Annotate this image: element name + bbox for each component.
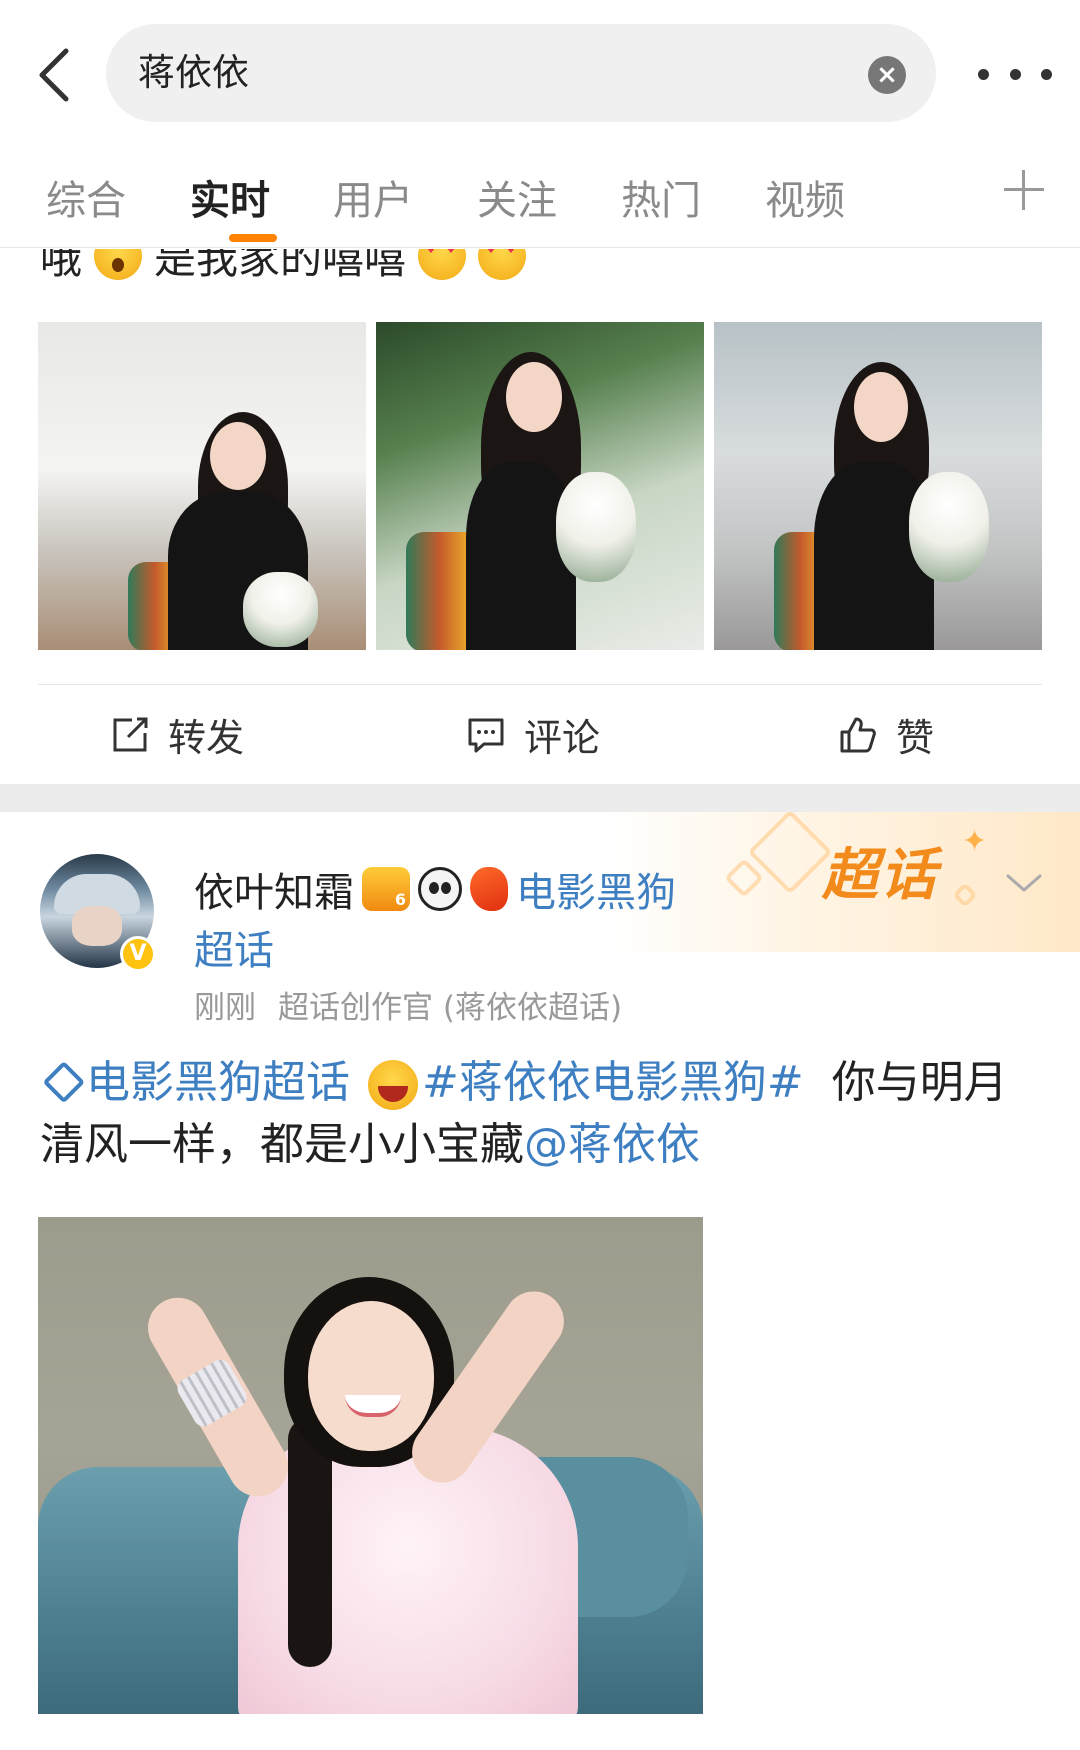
crown-badge-icon: [362, 867, 410, 911]
back-button[interactable]: [28, 40, 78, 110]
fish-badge-icon: [470, 867, 508, 911]
search-tabs: 综合 实时 用户 关注 热门 视频: [0, 148, 1080, 248]
active-tab-indicator: [229, 234, 277, 242]
post-photo[interactable]: [714, 322, 1042, 650]
post-text: 哦 是我家的嘻嘻: [40, 249, 527, 286]
photo-flowers: [243, 572, 318, 647]
like-label: 赞: [896, 716, 935, 760]
repost-icon: [113, 717, 148, 751]
back-arrow-icon: [39, 48, 69, 102]
post-source: 超话创作官 (蒋依依超话): [278, 990, 623, 1026]
comment-button[interactable]: 评论: [466, 685, 600, 784]
repost-button[interactable]: 转发: [110, 685, 244, 784]
super-topic-icon: [42, 1060, 86, 1104]
post-text: 电影黑狗超话 #蒋依依电影黑狗# 你与明月清风一样，都是小小宝藏@蒋依依: [40, 1052, 1040, 1176]
top-bar: 蒋依依 ×: [0, 0, 1080, 140]
comment-icon: [468, 718, 504, 752]
plus-icon[interactable]: [1004, 170, 1044, 210]
more-dot: [1041, 68, 1052, 80]
panda-badge-icon: [418, 867, 462, 911]
post-card: 哦 是我家的嘻嘻 ♥ ♥ ♥ ♥ 转发 评论 赞: [0, 249, 1080, 784]
laugh-emoji-icon: [368, 1060, 418, 1110]
post-photo[interactable]: [38, 1217, 703, 1714]
hashtag-link[interactable]: #蒋依依电影黑狗#: [422, 1057, 804, 1108]
post-photo[interactable]: [38, 322, 366, 650]
search-input[interactable]: 蒋依依: [138, 24, 249, 122]
heart-eyes-emoji-icon: [418, 249, 467, 280]
like-button[interactable]: 赞: [838, 685, 934, 784]
avatar-face: [72, 906, 122, 946]
post-meta: 刚刚 超话创作官 (蒋依依超话): [194, 982, 622, 1027]
search-box[interactable]: 蒋依依 ×: [106, 24, 936, 122]
super-topic-label: 超话: [822, 843, 938, 908]
author-name[interactable]: 依叶知霜: [194, 860, 354, 918]
heart-eyes-emoji-icon: [478, 249, 527, 280]
tab-hot[interactable]: 热门: [621, 168, 701, 226]
chevron-down-icon[interactable]: [1004, 868, 1044, 898]
repost-label: 转发: [168, 716, 245, 760]
verified-icon: V: [120, 936, 156, 972]
wow-emoji-icon: [94, 249, 143, 280]
post-text-start: 哦: [40, 249, 83, 283]
super-topic-link[interactable]: 电影黑狗超话: [86, 1057, 350, 1108]
post-text-rest: 是我家的嘻嘻: [154, 249, 407, 283]
post-card: ✦ 超话 V 依叶知霜 电影黑狗 超话 刚刚 超话创作官 (蒋依依超话) 电影黑…: [0, 812, 1080, 1750]
tab-video[interactable]: 视频: [765, 168, 845, 226]
photo-face: [506, 362, 562, 432]
photo-grid: [38, 322, 1042, 650]
feed-separator: [0, 784, 1080, 812]
post-time: 刚刚: [194, 990, 256, 1026]
more-icon[interactable]: [970, 50, 1060, 98]
more-dot: [978, 68, 989, 80]
photo-flowers: [909, 472, 989, 582]
photo-face: [210, 422, 266, 490]
mention-link[interactable]: @蒋依依: [524, 1119, 700, 1170]
author-line: 依叶知霜 电影黑狗: [194, 860, 676, 918]
topic-link[interactable]: 电影黑狗: [516, 860, 676, 918]
tab-realtime[interactable]: 实时: [190, 168, 270, 226]
photo-face: [854, 372, 908, 442]
post-actions: 转发 评论 赞: [0, 685, 1080, 784]
sparkle-icon: ✦: [962, 824, 988, 859]
post-photo[interactable]: [376, 322, 704, 650]
tab-comprehensive[interactable]: 综合: [46, 168, 126, 226]
photo-face: [308, 1301, 434, 1451]
comment-label: 评论: [524, 716, 601, 760]
photo-flowers: [556, 472, 636, 582]
topic-link-suffix[interactable]: 超话: [194, 918, 274, 976]
tab-users[interactable]: 用户: [333, 168, 413, 226]
like-icon: [840, 717, 876, 752]
more-dot: [1009, 68, 1021, 80]
tab-following[interactable]: 关注: [477, 168, 557, 226]
clear-icon[interactable]: ×: [868, 56, 906, 94]
